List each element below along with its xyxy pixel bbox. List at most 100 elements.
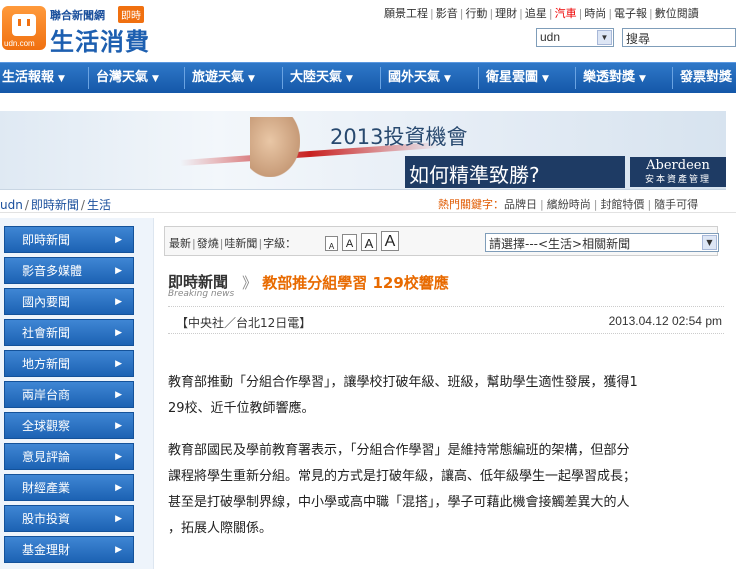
site-select[interactable]: udn ▼ — [536, 28, 614, 47]
nav-item-label: 樂透對獎 — [583, 70, 636, 85]
nav-item[interactable]: 台灣天氣 ▼ — [96, 63, 159, 93]
sidebar-item[interactable]: 影音多媒體 ▶ — [4, 257, 134, 284]
font-size-xs-button[interactable]: A — [325, 236, 338, 251]
breadcrumb-udn[interactable]: udn — [0, 198, 23, 212]
nav-divider — [575, 67, 576, 89]
font-size-l-button[interactable]: A — [381, 231, 399, 251]
article-meta: 【中央社／台北12日電】 2013.04.12 02:54 pm — [168, 306, 724, 334]
nav-item[interactable]: 衛星雲圖 ▼ — [486, 63, 549, 93]
latest-link[interactable]: 最新 — [169, 237, 191, 250]
hot-keyword[interactable]: 隨手可得 — [654, 198, 698, 211]
paragraph-line: 教育部推動「分組合作學習」，讓學校打破年級、班級，幫助學生適性發展，獲得1 — [168, 375, 638, 390]
logo-text: udn.com — [4, 39, 35, 48]
top-links: 願景工程 | 影音 | 行動 | 理財 | 追星 | 汽車 | 時尚 | 電子報 | 數位閱讀 — [384, 7, 699, 20]
sidebar-item-label: 影音多媒體 — [22, 264, 83, 278]
sidebar-item-label: 地方新聞 — [22, 357, 71, 371]
sidebar-item[interactable]: 基金理財 ▶ — [4, 536, 134, 563]
article-toolbar: 最新|發燒|哇新聞|字級： A A A A 請選擇---<生活>相關新聞 ▼ — [164, 226, 719, 256]
hot-keywords-label: 熱門關鍵字： — [438, 198, 504, 211]
nav-divider — [380, 67, 381, 89]
top-link[interactable]: 影音 — [436, 7, 458, 20]
related-news-select[interactable]: 請選擇---<生活>相關新聞 ▼ — [485, 233, 719, 252]
nav-divider — [88, 67, 89, 89]
chevron-right-icon: ▶ — [115, 483, 122, 493]
article-title: 》 教部推分組學習 129校響應 — [242, 272, 449, 293]
breadcrumb-breaking[interactable]: 即時新聞 — [31, 198, 79, 212]
nav-item[interactable]: 生活報報 ▼ — [2, 63, 65, 93]
font-size-m-button[interactable]: A — [361, 233, 377, 251]
hot-link[interactable]: 發燒 — [197, 237, 219, 250]
section-sub: Breaking news — [168, 289, 235, 299]
nav-divider — [184, 67, 185, 89]
search-input[interactable]: 搜尋 — [622, 28, 736, 47]
triangle-down-icon: ▼ — [346, 74, 353, 84]
sidebar-item[interactable]: 兩岸台商 ▶ — [4, 381, 134, 408]
sidebar-item-label: 財經產業 — [22, 481, 71, 495]
main-content: 最新|發燒|哇新聞|字級： A A A A 請選擇---<生活>相關新聞 ▼ 即… — [160, 218, 736, 569]
sidebar-item-label: 意見評論 — [22, 450, 71, 464]
font-size-label: 字級： — [263, 237, 297, 250]
sidebar-item[interactable]: 地方新聞 ▶ — [4, 350, 134, 377]
triangle-down-icon: ▼ — [542, 74, 549, 84]
brand-name[interactable]: 聯合新聞網 — [50, 7, 105, 23]
sidebar-item[interactable]: 意見評論 ▶ — [4, 443, 134, 470]
banner-title: 2013投資機會 — [330, 125, 468, 149]
chevron-right-icon: ▶ — [115, 235, 122, 245]
chevron-right-icon: ▶ — [115, 297, 122, 307]
udn-logo[interactable]: udn.com — [2, 6, 46, 50]
sidebar-item-label: 即時新聞 — [22, 233, 71, 247]
related-news-select-value: 請選擇---<生活>相關新聞 — [489, 237, 631, 251]
wow-news-link[interactable]: 哇新聞 — [224, 237, 257, 250]
top-link[interactable]: 汽車 — [555, 7, 577, 20]
hot-keyword[interactable]: 封館特價 — [600, 198, 644, 211]
article-datetime: 2013.04.12 02:54 pm — [608, 314, 722, 328]
sidebar-item-label: 股市投資 — [22, 512, 71, 526]
banner-hand-image — [250, 117, 300, 177]
chevron-right-icon: ▶ — [115, 266, 122, 276]
triangle-down-icon: ▼ — [248, 74, 255, 84]
banner-subtitle: 如何精準致勝? — [409, 163, 540, 187]
nav-item-label: 發票對獎 — [680, 70, 733, 85]
top-link[interactable]: 願景工程 — [384, 7, 428, 20]
nav-divider — [282, 67, 283, 89]
triangle-down-icon: ▼ — [639, 74, 646, 84]
top-link[interactable]: 行動 — [465, 7, 487, 20]
font-size-s-button[interactable]: A — [342, 234, 357, 251]
hot-keywords: 熱門關鍵字：品牌日 | 繽紛時尚 | 封館特價 | 隨手可得 — [438, 198, 699, 211]
breadcrumb-separator: / — [24, 198, 29, 212]
dropdown-arrow-icon[interactable]: ▼ — [597, 30, 612, 45]
nav-item[interactable]: 發票對獎▼ — [680, 63, 736, 93]
triangle-down-icon: ▼ — [444, 74, 451, 84]
ad-banner[interactable]: 2013投資機會 如何精準致勝? Aberdeen 安本資產管理 — [0, 111, 726, 190]
top-link[interactable]: 時尚 — [584, 7, 606, 20]
hot-keyword[interactable]: 繽紛時尚 — [547, 198, 591, 211]
breadcrumb-separator: / — [80, 198, 85, 212]
sidebar-item-label: 兩岸台商 — [22, 388, 71, 402]
chevron-right-icon: ▶ — [115, 390, 122, 400]
sidebar-item[interactable]: 財經產業 ▶ — [4, 474, 134, 501]
sidebar-item[interactable]: 即時新聞 ▶ — [4, 226, 134, 253]
top-link[interactable]: 追星 — [525, 7, 547, 20]
sidebar-item[interactable]: 股市投資 ▶ — [4, 505, 134, 532]
sidebar-item[interactable]: 社會新聞 ▶ — [4, 319, 134, 346]
header: udn.com 聯合新聞網 即時 生活消費 願景工程 | 影音 | 行動 | 理財 | 追星 | 汽… — [0, 0, 736, 62]
top-link[interactable]: 電子報 — [614, 7, 647, 20]
top-link[interactable]: 理財 — [495, 7, 517, 20]
nav-item[interactable]: 國外天氣 ▼ — [388, 63, 451, 93]
channel-title[interactable]: 生活消費 — [50, 22, 150, 57]
sidebar-item[interactable]: 全球觀察 ▶ — [4, 412, 134, 439]
hot-keyword[interactable]: 品牌日 — [504, 198, 537, 211]
nav-item[interactable]: 大陸天氣 ▼ — [290, 63, 353, 93]
top-link[interactable]: 數位閱讀 — [655, 7, 699, 20]
site-select-value: udn — [540, 30, 561, 44]
nav-item[interactable]: 樂透對獎 ▼ — [583, 63, 646, 93]
nav-item-label: 衛星雲圖 — [486, 70, 539, 85]
chevron-right-icon: ▶ — [115, 421, 122, 431]
chevron-right-icon: ▶ — [115, 545, 122, 555]
paragraph-line: 29校、近千位教師響應。 — [168, 401, 315, 416]
dropdown-arrow-icon[interactable]: ▼ — [702, 235, 717, 250]
nav-item[interactable]: 旅遊天氣 ▼ — [192, 63, 255, 93]
article-paragraph: 教育部國民及學前教育署表示，「分組合作學習」是維持常態編班的架構，但部分 課程將… — [168, 438, 716, 542]
breadcrumb-life[interactable]: 生活 — [87, 198, 111, 212]
sidebar-item[interactable]: 國內要聞 ▶ — [4, 288, 134, 315]
